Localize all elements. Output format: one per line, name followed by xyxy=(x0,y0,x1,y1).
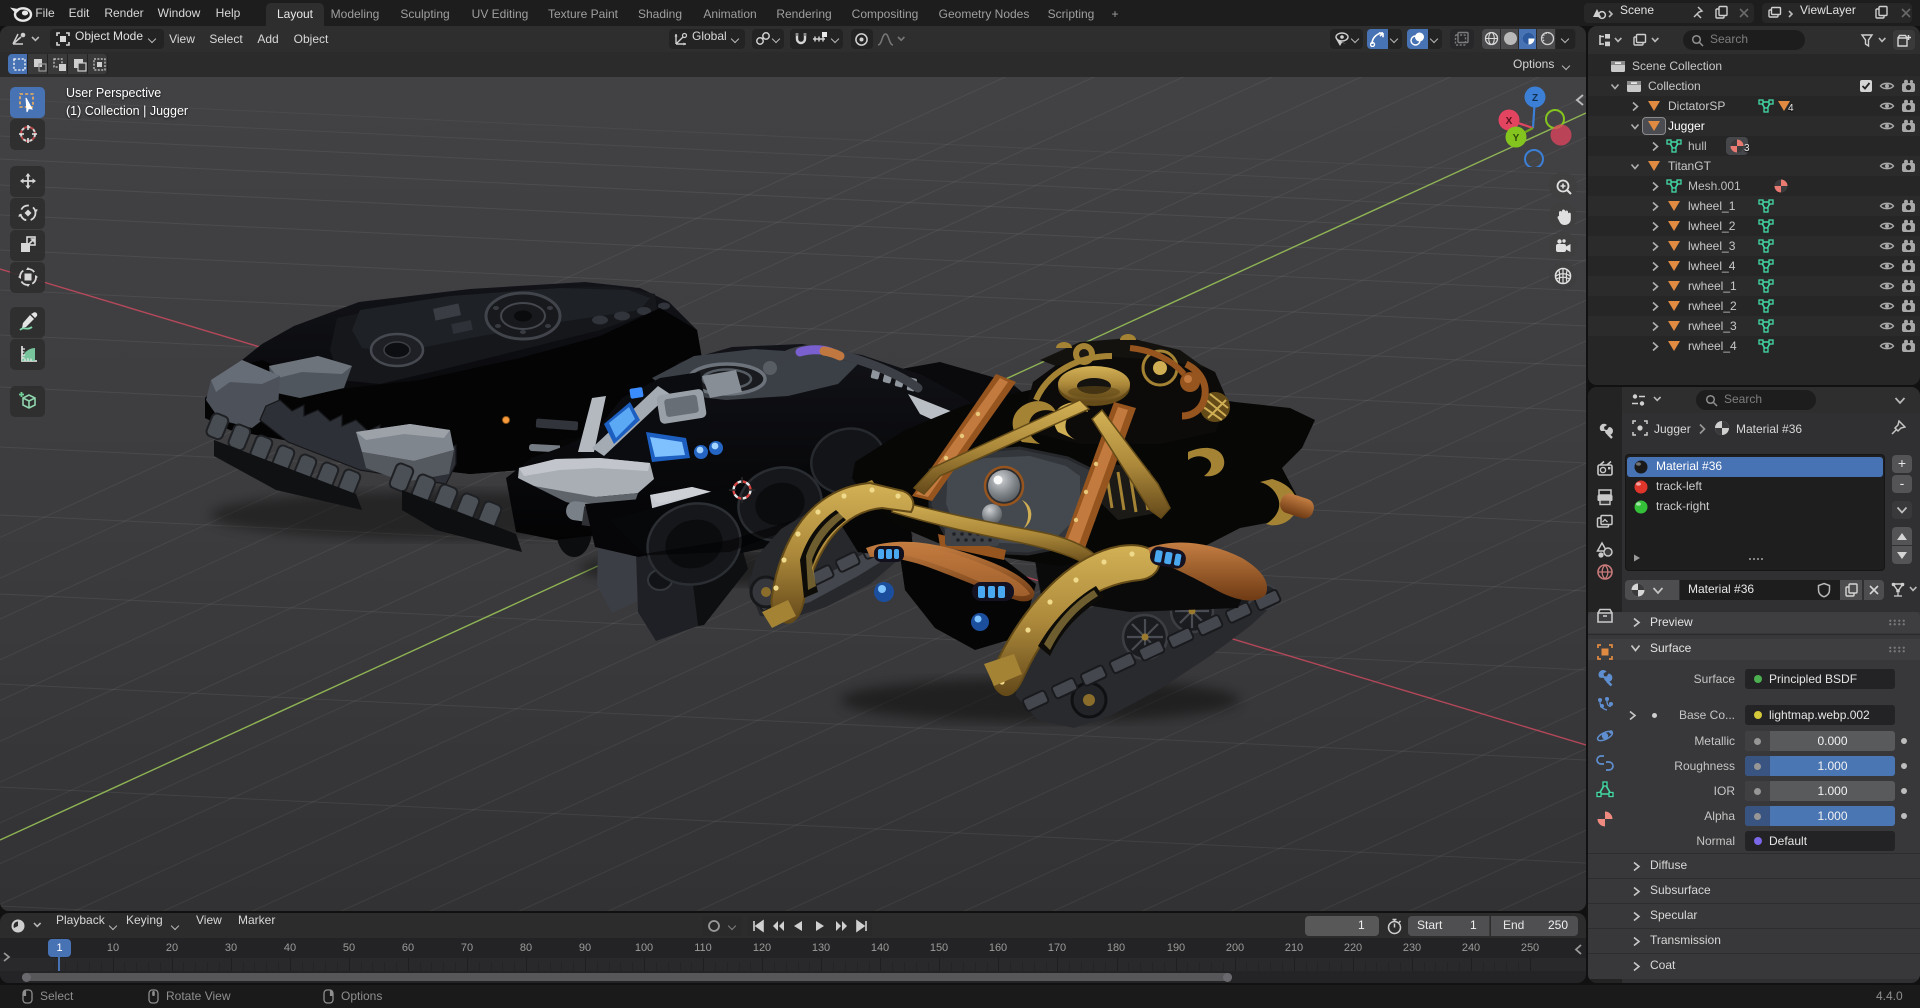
svg-text:X: X xyxy=(1506,116,1513,127)
svg-text:Z: Z xyxy=(1532,93,1538,104)
svg-text:Y: Y xyxy=(1513,133,1520,144)
